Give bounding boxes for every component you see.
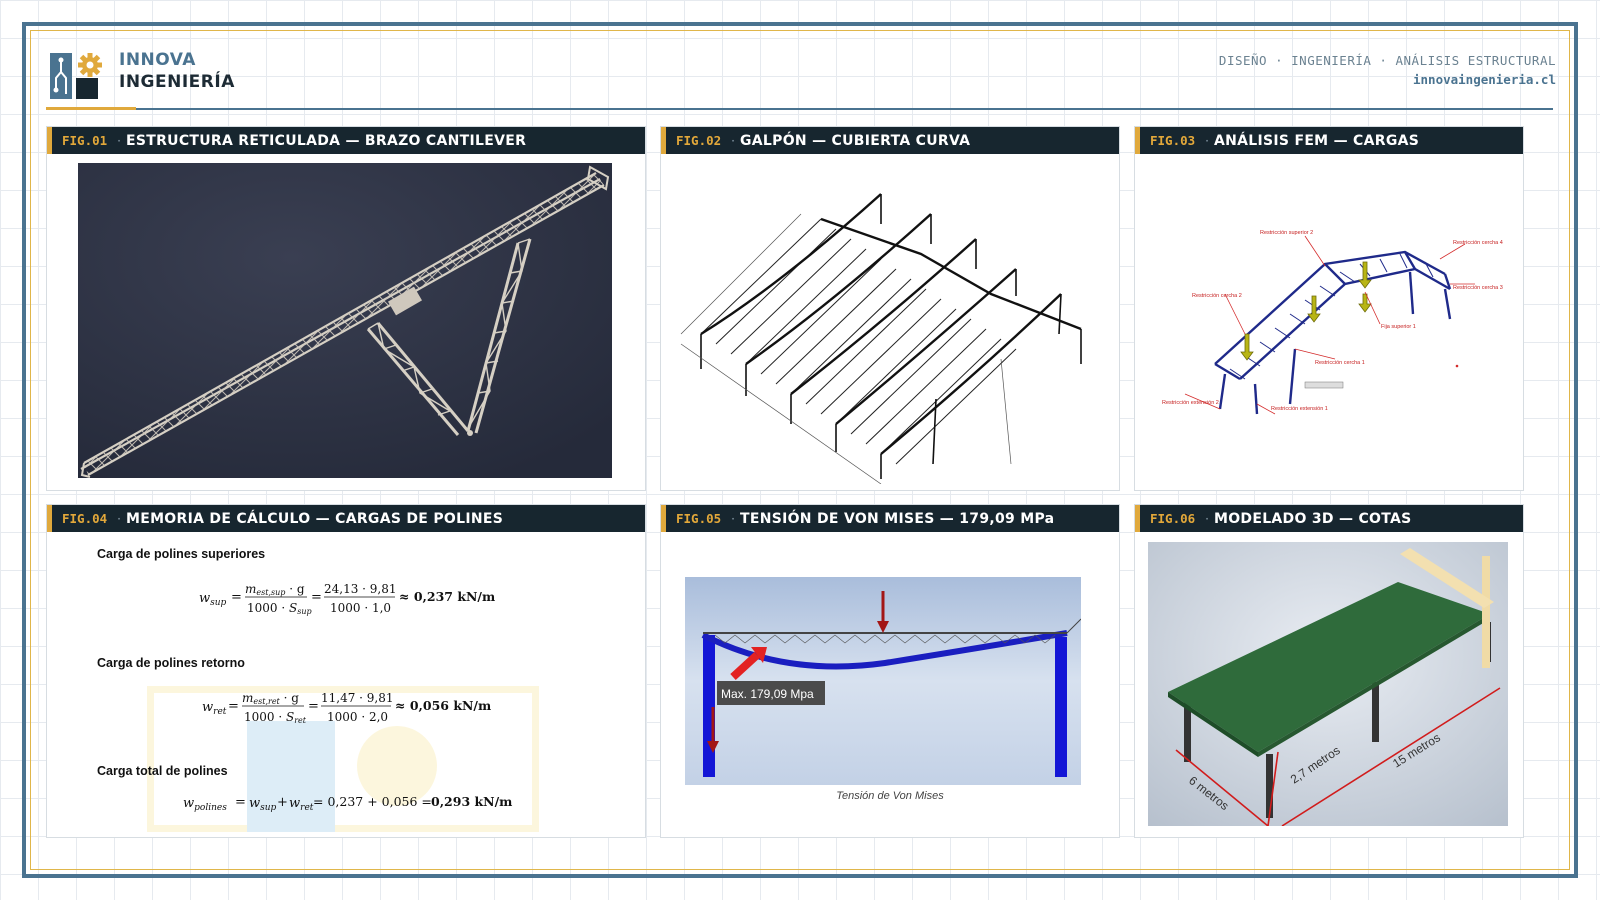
svg-text:wsup: wsup <box>199 591 227 608</box>
eq2-result: ≈ 0,056 kN/m <box>395 698 491 713</box>
figure-caption: Tensión de Von Mises <box>836 790 944 802</box>
fig-tag: FIG.01 <box>62 133 108 148</box>
formula-wsup: wsup = mest,sup · g 1000 · Ssup = 24,13 … <box>199 582 495 616</box>
panel-fig06: FIG.06 · MODELADO 3D — COTAS 6 metros 2,… <box>1134 504 1524 838</box>
fem-label: Restricción cercha 3 <box>1453 285 1503 291</box>
warehouse-curved-roof-drawing <box>680 193 1082 484</box>
fig-tag: FIG.02 <box>676 133 722 148</box>
fem-label: Restricción extensión 1 <box>1271 406 1328 412</box>
eq3-result: 0,293 kN/m <box>431 794 512 809</box>
fig-tag: FIG.03 <box>1150 133 1196 148</box>
title-separator: · <box>731 133 735 148</box>
formula-wret: wret = mest,ret · g 1000 · Sret = 11,47 … <box>202 691 491 725</box>
fem-label: Restricción cercha 1 <box>1315 360 1365 366</box>
fig-title: GALPÓN — CUBIERTA CURVA <box>739 132 971 149</box>
panel-fig02: FIG.02 · GALPÓN — CUBIERTA CURVA <box>660 126 1120 491</box>
svg-text:=: = <box>311 590 322 605</box>
eq1-numerator: 24,13 · 9,81 <box>324 582 397 596</box>
fem-label: Restricción extensión 2 <box>1162 400 1219 406</box>
svg-text:mest,sup · g: mest,sup · g <box>245 582 305 597</box>
panel-title-bar: FIG.01 · ESTRUCTURA RETICULADA — BRAZO C… <box>47 127 645 154</box>
title-separator: · <box>117 133 121 148</box>
max-stress-label: Max. 179,09 Mpa <box>721 687 814 701</box>
title-separator: · <box>1205 133 1209 148</box>
von-mises-stress-render: Max. 179,09 Mpa <box>685 577 1081 785</box>
panel-fig05: FIG.05 · TENSIÓN DE VON MISES — 179,09 M… <box>660 504 1120 838</box>
fig-tag: FIG.04 <box>62 511 108 526</box>
svg-text:mest,ret · g: mest,ret · g <box>242 691 299 706</box>
fem-label: Restricción superior 2 <box>1260 230 1313 236</box>
fem-label: Restricción cercha 4 <box>1453 240 1503 246</box>
fig-tag: FIG.05 <box>676 511 722 526</box>
panel-title-bar: FIG.03 · ANÁLISIS FEM — CARGAS <box>1135 127 1523 154</box>
fem-label: Restricción cercha 2 <box>1192 293 1242 299</box>
eq2-numerator: 11,47 · 9,81 <box>321 691 394 705</box>
svg-text:wret: wret <box>202 700 227 717</box>
svg-text:1000 · Ssup: 1000 · Ssup <box>247 601 312 616</box>
eq3-values: = 0,237 + 0,056 = <box>313 794 432 809</box>
platform-3d-model: 6 metros 2,7 metros 15 metros <box>1148 542 1508 826</box>
brand-name-line1: INNOVA <box>119 50 196 70</box>
svg-text:+: + <box>277 795 288 810</box>
svg-text:1000 · Sret: 1000 · Sret <box>244 710 307 725</box>
tagline: DISEÑO · INGENIERÍA · ANÁLISIS ESTRUCTUR… <box>1218 53 1556 68</box>
panel-fig04: FIG.04 · MEMORIA DE CÁLCULO — CARGAS DE … <box>46 504 646 838</box>
panel-title-bar: FIG.06 · MODELADO 3D — COTAS <box>1135 505 1523 532</box>
fem-load-diagram: Restricción superior 2 Restricción cerch… <box>1162 230 1503 415</box>
svg-text:=: = <box>235 795 246 810</box>
panel-fig01: FIG.01 · ESTRUCTURA RETICULADA — BRAZO C… <box>46 126 646 491</box>
svg-text:wret: wret <box>289 796 314 813</box>
brand-name-line2: INGENIERÍA <box>119 72 235 92</box>
panel-title-bar: FIG.05 · TENSIÓN DE VON MISES — 179,09 M… <box>661 505 1119 532</box>
fig-title: MEMORIA DE CÁLCULO — CARGAS DE POLINES <box>125 510 504 527</box>
logo-icon <box>50 53 102 99</box>
panel-title-bar: FIG.04 · MEMORIA DE CÁLCULO — CARGAS DE … <box>47 505 645 532</box>
fig-title: ESTRUCTURA RETICULADA — BRAZO CANTILEVER <box>125 132 527 149</box>
title-separator: · <box>1205 511 1209 526</box>
panel-title-bar: FIG.02 · GALPÓN — CUBIERTA CURVA <box>661 127 1119 154</box>
fig-title: ANÁLISIS FEM — CARGAS <box>1213 132 1420 149</box>
fig-title: TENSIÓN DE VON MISES — 179,09 MPa <box>739 510 1055 527</box>
calc-heading: Carga total de polines <box>97 764 228 778</box>
eq2-denominator: 1000 · 2,0 <box>327 710 388 724</box>
svg-text:=: = <box>231 590 242 605</box>
svg-text:=: = <box>228 699 239 714</box>
svg-text:=: = <box>308 699 319 714</box>
header-divider <box>46 108 1553 110</box>
eq1-denominator: 1000 · 1,0 <box>330 601 391 615</box>
calc-heading: Carga de polines retorno <box>97 656 245 670</box>
panel-fig03: FIG.03 · ANÁLISIS FEM — CARGAS Restricci… <box>1134 126 1524 491</box>
fem-label: Fija superior 1 <box>1381 324 1416 330</box>
svg-text:wpolines: wpolines <box>183 796 227 813</box>
fig-title: MODELADO 3D — COTAS <box>1213 510 1412 527</box>
cantilever-truss-render <box>78 163 612 478</box>
title-separator: · <box>117 511 121 526</box>
calc-heading: Carga de polines superiores <box>97 547 266 561</box>
header-divider-accent <box>46 107 136 110</box>
title-separator: · <box>731 511 735 526</box>
fig-tag: FIG.06 <box>1150 511 1196 526</box>
website-link[interactable]: innovaingenieria.cl <box>1413 72 1556 87</box>
eq1-result: ≈ 0,237 kN/m <box>399 589 495 604</box>
svg-text:wsup: wsup <box>249 796 277 813</box>
formula-wpolines: wpolines = wsup + wret = 0,237 + 0,056 =… <box>183 794 512 813</box>
